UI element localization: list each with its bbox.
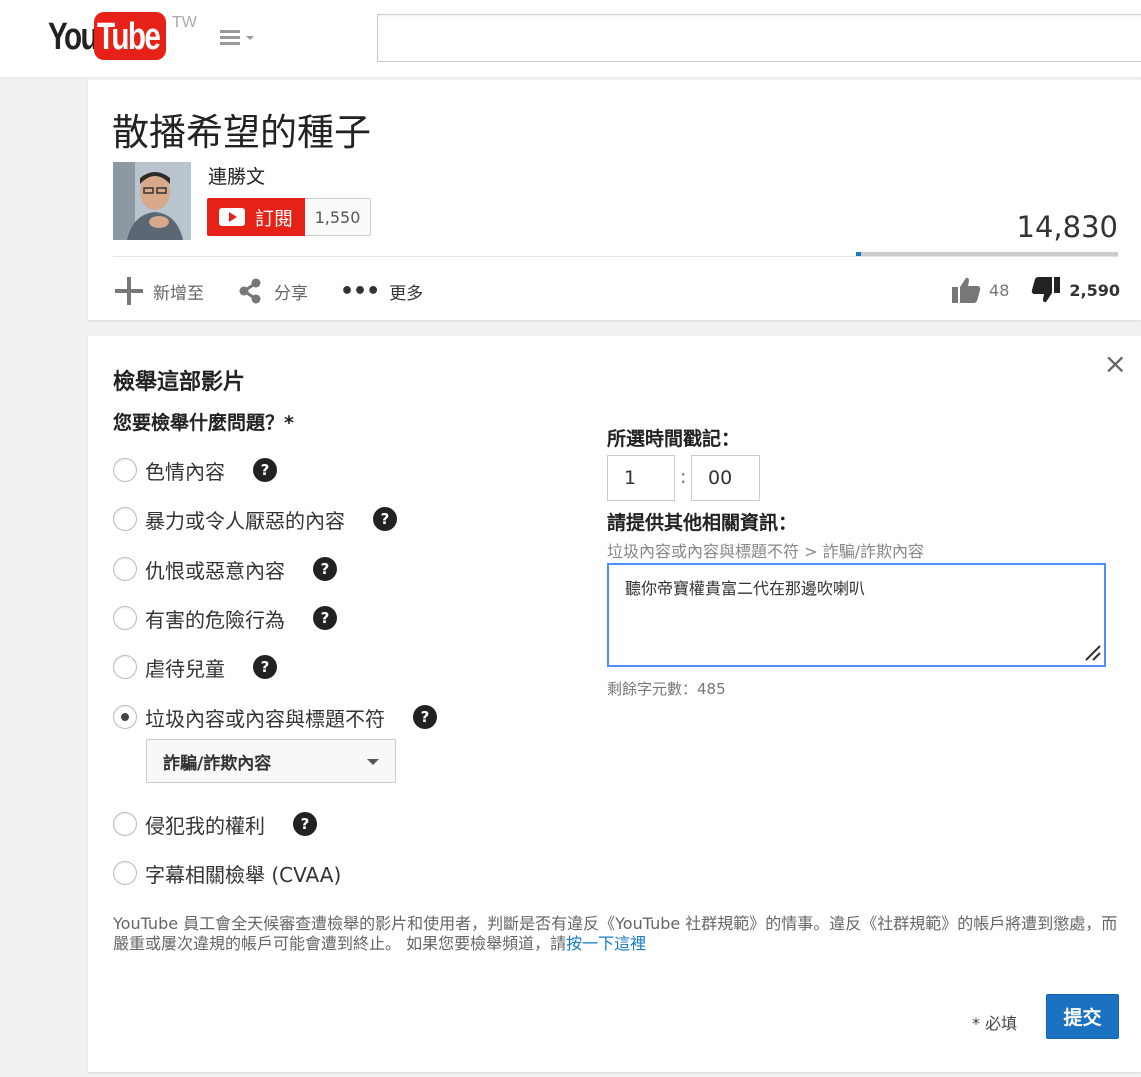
report-question: 您要檢舉什麼問題？* [113,412,294,434]
option-hateful-content[interactable]: 仇恨或惡意內容 ? [113,555,337,583]
radio-button[interactable] [113,655,137,679]
logo-region: TW [172,14,197,31]
channel-avatar[interactable] [113,162,191,240]
submit-button[interactable]: 提交 [1046,994,1119,1039]
option-infringes-rights[interactable]: 侵犯我的權利 ? [113,810,317,838]
share-label: 分享 [274,283,308,304]
close-icon[interactable]: × [1104,350,1127,378]
details-textarea[interactable]: 聽你帝寶權貴富二代在那邊吹喇叭 [607,563,1106,667]
help-icon[interactable]: ? [293,812,317,836]
action-bar: 新增至 分享 ••• 更多 [115,276,455,306]
play-icon [219,208,245,226]
subscriber-count: 1,550 [305,198,371,236]
help-icon[interactable]: ? [253,655,277,679]
more-button[interactable]: ••• 更多 [340,279,423,304]
radio-button-selected[interactable] [113,705,137,729]
add-to-button[interactable]: 新增至 [115,277,204,305]
option-violent-content[interactable]: 暴力或令人厭惡的內容 ? [113,505,397,533]
help-icon[interactable]: ? [413,705,437,729]
option-label: 色情內容 [145,459,225,484]
logo-tube-text: Tube [97,16,161,58]
option-harmful-acts[interactable]: 有害的危險行為 ? [113,604,337,632]
option-label: 有害的危險行為 [145,607,285,632]
dislike-count: 2,590 [1069,280,1120,300]
option-label: 暴力或令人厭惡的內容 [145,508,345,533]
menu-icon [220,30,240,48]
share-button[interactable]: 分享 [236,277,308,305]
like-count: 48 [989,280,1010,300]
view-count: 14,830 [1016,210,1118,244]
option-label: 虐待兒童 [145,656,225,681]
more-label: 更多 [389,283,424,304]
subscribe-button[interactable]: 訂閱 [207,198,305,236]
radio-button[interactable] [113,458,137,482]
chevron-down-icon [367,759,379,765]
report-panel: × 檢舉這部影片 您要檢舉什麼問題？* 色情內容 ? 暴力或令人厭惡的內容 ? … [88,336,1141,1072]
help-icon[interactable]: ? [313,557,337,581]
radio-button[interactable] [113,861,137,885]
report-channel-link[interactable]: 按一下這裡 [566,934,646,953]
like-dislike-area: 48 2,590 [951,276,1120,304]
divider [113,256,1118,257]
logo-tube-badge: Tube [94,12,166,60]
thumbs-down-icon[interactable] [1031,276,1061,304]
share-icon [239,278,261,304]
masthead: You Tube TW [0,0,1141,78]
video-info-card: 散播希望的種子 連勝文 訂閱 1,550 14,830 新增至 分享 ••• 更… [88,80,1141,320]
chevron-down-icon [246,36,254,40]
search-input[interactable] [377,14,1141,62]
add-to-label: 新增至 [153,283,204,304]
reason-breadcrumb: 垃圾內容或內容與標題不符 > 詐騙/詐欺內容 [607,542,924,561]
avatar-image [113,162,191,240]
radio-button[interactable] [113,812,137,836]
help-icon[interactable]: ? [313,606,337,630]
radio-button[interactable] [113,606,137,630]
option-label: 侵犯我的權利 [145,813,265,838]
option-spam-misleading[interactable]: 垃圾內容或內容與標題不符 ? [113,703,437,731]
resize-handle-icon[interactable] [1082,642,1102,662]
required-note: * 必填 [972,1014,1018,1033]
logo-you-text: You [48,16,99,58]
timestamp-minutes-input[interactable]: 1 [607,455,675,501]
youtube-logo[interactable]: You Tube TW [48,12,198,64]
option-sexual-content[interactable]: 色情內容 ? [113,456,277,484]
guide-menu-button[interactable] [220,30,260,50]
radio-button[interactable] [113,557,137,581]
option-captions-cvaa[interactable]: 字幕相關檢舉 (CVAA) [113,859,341,887]
timestamp-separator: : [680,466,687,488]
sub-reason-value: 詐騙/詐欺內容 [163,753,272,774]
plus-icon [115,277,143,305]
option-label: 字幕相關檢舉 (CVAA) [145,862,342,887]
option-child-abuse[interactable]: 虐待兒童 ? [113,653,277,681]
details-label: 請提供其他相關資訊： [607,512,798,534]
video-title: 散播希望的種子 [112,111,371,154]
option-label: 仇恨或惡意內容 [145,558,285,583]
policy-note: YouTube 員工會全天候審查遭檢舉的影片和使用者，判斷是否有違反《YouTu… [113,914,1118,954]
report-title: 檢舉這部影片 [113,370,246,395]
subscribe-label: 訂閱 [255,207,294,230]
characters-remaining: 剩餘字元數：485 [607,680,726,698]
timestamp-label: 所選時間戳記： [607,428,741,450]
more-dots-icon: ••• [340,278,380,304]
radio-button[interactable] [113,507,137,531]
channel-name[interactable]: 連勝文 [208,162,265,189]
thumbs-up-icon[interactable] [951,276,981,304]
timestamp-seconds-input[interactable]: 00 [691,455,760,501]
help-icon[interactable]: ? [253,458,277,482]
help-icon[interactable]: ? [373,507,397,531]
option-label: 垃圾內容或內容與標題不符 [145,706,385,731]
subscribe-control: 訂閱 1,550 [207,198,371,236]
sub-reason-select[interactable]: 詐騙/詐欺內容 [146,739,396,783]
